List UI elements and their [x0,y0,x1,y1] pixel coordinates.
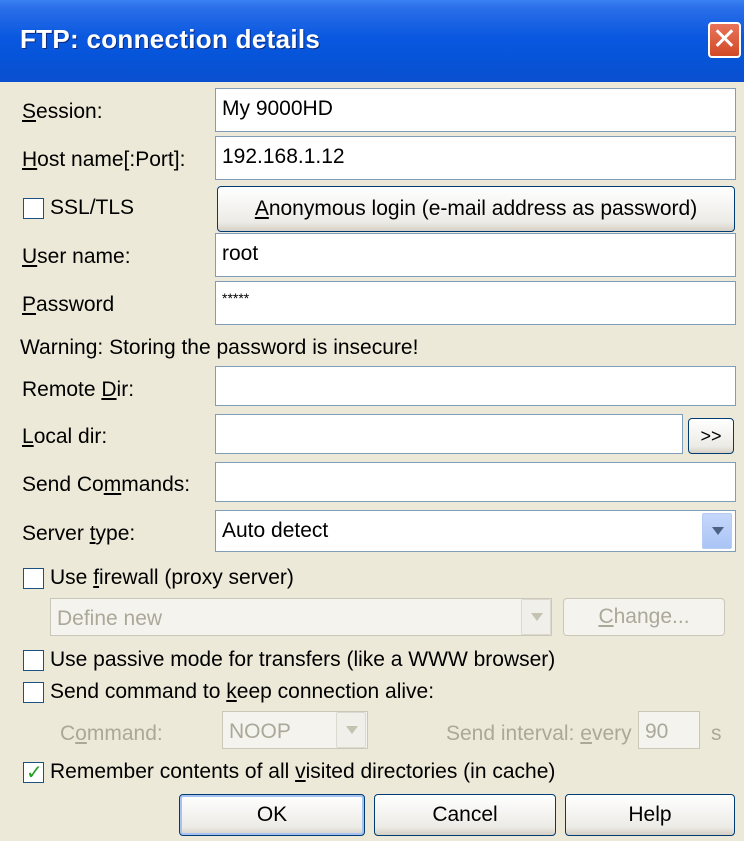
ssl-tls-checkbox[interactable] [23,198,44,219]
host-input[interactable]: 192.168.1.12 [215,136,736,180]
host-label: Host name[:Port]: [22,148,186,171]
session-input[interactable]: My 9000HD [215,88,736,132]
passive-mode-checkbox[interactable] [23,650,44,671]
change-proxy-button: Change... [563,598,725,636]
close-button[interactable]: ✕ [708,22,741,58]
ssl-tls-label: SSL/TLS [50,196,135,219]
checkmark-icon: ✓ [26,762,43,784]
remote-dir-label: Remote Dir: [22,378,135,401]
remember-cache-label: Remember contents of all visited directo… [50,760,556,783]
passive-mode-label: Use passive mode for transfers (like a W… [50,648,556,671]
session-label: Session: [22,100,103,123]
title-bar[interactable]: FTP: connection details ✕ [0,0,744,82]
user-name-label: User name: [22,245,131,268]
keep-alive-checkbox[interactable] [23,682,44,703]
anonymous-login-button[interactable]: Anonymous login (e-mail address as passw… [217,186,735,232]
proxy-dropdown-icon [521,599,551,635]
interval-unit-label: s [711,722,722,745]
server-type-label: Server type: [22,522,136,545]
ok-button[interactable]: OK [179,794,365,836]
keep-alive-label: Send command to keep connection alive: [50,680,435,703]
send-interval-label: Send interval: every [446,722,632,745]
proxy-select: Define new [50,598,552,636]
dialog-title: FTP: connection details [20,24,321,54]
server-type-dropdown-icon[interactable] [702,513,732,549]
use-firewall-checkbox[interactable] [23,568,44,589]
remember-cache-checkbox[interactable]: ✓ [23,762,44,784]
ftp-connection-dialog: FTP: connection details ✕ Session: My 90… [0,0,744,841]
close-icon: ✕ [711,23,738,56]
password-warning: Warning: Storing the password is insecur… [20,336,419,359]
password-input[interactable]: ***** [215,281,736,325]
password-label: Password [22,293,115,316]
local-dir-input[interactable] [215,414,683,454]
command-label: Command: [60,722,163,745]
help-button[interactable]: Help [565,794,735,836]
use-firewall-label: Use firewall (proxy server) [50,566,294,589]
browse-local-dir-button[interactable]: >> [688,418,734,454]
server-type-select[interactable]: Auto detect [215,510,736,552]
send-commands-input[interactable] [215,462,736,502]
send-commands-label: Send Commands: [22,473,191,496]
cancel-button[interactable]: Cancel [374,794,556,836]
command-dropdown-icon [336,712,366,748]
local-dir-label: Local dir: [22,425,108,448]
remote-dir-input[interactable] [215,366,736,406]
send-interval-input: 90 [638,711,700,749]
user-name-input[interactable]: root [215,233,736,277]
